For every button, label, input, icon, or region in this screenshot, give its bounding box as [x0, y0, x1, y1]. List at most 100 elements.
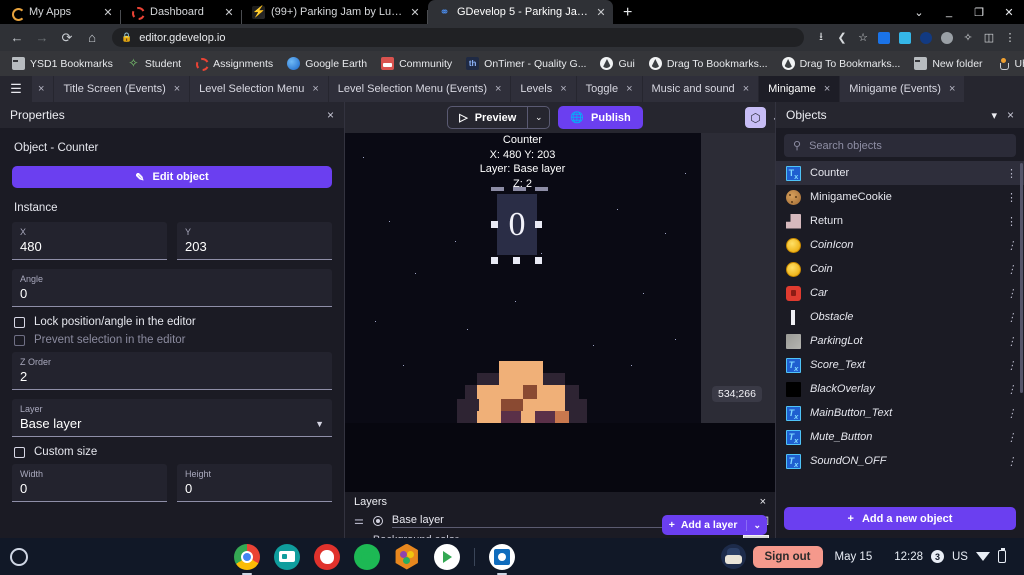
- install-icon[interactable]: ⭳: [813, 30, 829, 46]
- home-icon[interactable]: ⌂: [81, 27, 103, 49]
- kebab-menu-icon[interactable]: ⋮: [1006, 431, 1018, 444]
- date-display[interactable]: May 15: [823, 551, 885, 563]
- play-store-app-icon[interactable]: [433, 543, 460, 570]
- object-row-obstacle[interactable]: Obstacle ⋮: [776, 305, 1024, 329]
- width-field[interactable]: Width 0: [12, 464, 167, 502]
- resize-handle[interactable]: [535, 257, 542, 264]
- object-row-coinicon[interactable]: CoinIcon ⋮: [776, 233, 1024, 257]
- close-icon[interactable]: ×: [327, 108, 334, 122]
- edit-object-button[interactable]: ✎ Edit object: [12, 166, 332, 188]
- object-row-car[interactable]: Car ⋮: [776, 281, 1024, 305]
- bookmark-ysd1[interactable]: YSD1 Bookmarks: [6, 55, 119, 72]
- custom-size-checkbox[interactable]: Custom size: [14, 446, 332, 458]
- puzzle-icon[interactable]: ✧: [960, 30, 976, 46]
- minigame-cookie-instance[interactable]: [457, 361, 587, 423]
- object-row-return[interactable]: Return ⋮: [776, 209, 1024, 233]
- forward-icon[interactable]: →: [31, 27, 53, 49]
- bookmark-assignments[interactable]: Assignments: [189, 55, 279, 72]
- kebab-menu-icon[interactable]: ⋮: [1006, 311, 1018, 324]
- object-row-score-text[interactable]: Tx Score_Text ⋮: [776, 353, 1024, 377]
- new-tab-button[interactable]: +: [613, 4, 642, 24]
- objects-list[interactable]: Tx Counter ⋮ MinigameCookie ⋮ Return ⋮ C…: [776, 161, 1024, 483]
- browser-tab-my-apps[interactable]: My Apps ✕: [0, 0, 120, 24]
- editor-tab-music-and-sound[interactable]: Music and sound ×: [642, 76, 760, 102]
- object-row-parkinglot[interactable]: ParkingLot ⋮: [776, 329, 1024, 353]
- close-icon[interactable]: ✕: [409, 6, 421, 19]
- close-icon[interactable]: ×: [743, 83, 749, 95]
- resize-handle[interactable]: [491, 257, 498, 264]
- height-field[interactable]: Height 0: [177, 464, 332, 502]
- close-icon[interactable]: ×: [1007, 108, 1014, 122]
- sign-out-button[interactable]: Sign out: [752, 545, 823, 568]
- editor-tab-level-selection-menu[interactable]: Level Selection Menu ×: [190, 76, 329, 102]
- outlook-app-icon[interactable]: [488, 543, 515, 575]
- drag-handle-icon[interactable]: ⚌: [354, 516, 364, 527]
- kebab-menu-icon[interactable]: ⋮: [1006, 191, 1018, 204]
- close-icon[interactable]: ×: [824, 83, 830, 95]
- bookmark-community[interactable]: Community: [375, 55, 458, 72]
- resize-handle[interactable]: [491, 187, 504, 191]
- bookmark-uh-oh[interactable]: Uh oh!: [991, 55, 1024, 72]
- art-app-icon[interactable]: [313, 543, 340, 570]
- extension-blue-icon[interactable]: [876, 30, 892, 46]
- avatar[interactable]: [720, 544, 746, 569]
- object-row-mute-button[interactable]: Tx Mute_Button ⋮: [776, 425, 1024, 449]
- chrome-app-icon[interactable]: [233, 543, 260, 575]
- launcher-circle-icon[interactable]: [10, 547, 28, 566]
- bookmark-drag-1[interactable]: Drag To Bookmarks...: [643, 55, 774, 72]
- browser-tab-gdevelop[interactable]: ⚭ GDevelop 5 - Parking Jam - GDe ✕: [428, 0, 613, 24]
- object-row-mainbutton-text[interactable]: Tx MainButton_Text ⋮: [776, 401, 1024, 425]
- filter-icon[interactable]: ▾: [991, 109, 997, 122]
- close-icon[interactable]: ×: [495, 83, 501, 95]
- editor-tab-minigame-events[interactable]: Minigame (Events) ×: [840, 76, 966, 102]
- bookmark-star-icon[interactable]: ☆: [855, 30, 871, 46]
- object-row-coin[interactable]: Coin ⋮: [776, 257, 1024, 281]
- add-new-object-button[interactable]: + Add a new object: [784, 507, 1016, 530]
- resize-handle[interactable]: [535, 221, 542, 228]
- close-icon[interactable]: ×: [949, 83, 955, 95]
- publish-button[interactable]: 🌐 Publish: [558, 106, 643, 129]
- extension-navy-icon[interactable]: [918, 30, 934, 46]
- search-input[interactable]: ⚲ Search objects: [784, 134, 1016, 157]
- share-icon[interactable]: ❮: [834, 30, 850, 46]
- bookmark-gui[interactable]: Gui: [594, 55, 640, 72]
- bookmark-drag-2[interactable]: Drag To Bookmarks...: [776, 55, 907, 72]
- kebab-menu-icon[interactable]: ⋮: [1006, 287, 1018, 300]
- kebab-menu-icon[interactable]: ⋮: [1006, 167, 1018, 180]
- resize-handle[interactable]: [491, 221, 498, 228]
- preview-button[interactable]: ▷ Preview: [447, 106, 529, 129]
- object-row-blackoverlay[interactable]: BlackOverlay ⋮: [776, 377, 1024, 401]
- kebab-menu-icon[interactable]: ⋮: [1006, 263, 1018, 276]
- kebab-menu-icon[interactable]: ⋮: [1006, 455, 1018, 468]
- editor-tab-title-screen-events[interactable]: Title Screen (Events) ×: [54, 76, 191, 102]
- close-icon[interactable]: ×: [174, 83, 180, 95]
- close-icon[interactable]: ×: [38, 83, 44, 95]
- layer-select[interactable]: Layer Base layer ▼: [12, 399, 332, 437]
- editor-tab-home[interactable]: ×: [32, 76, 55, 102]
- close-icon[interactable]: ✕: [102, 6, 114, 19]
- bookmark-student[interactable]: ✧ Student: [121, 55, 187, 72]
- preview-options-button[interactable]: ⌄: [528, 106, 551, 129]
- slides-app-icon[interactable]: [395, 543, 418, 570]
- close-icon[interactable]: ✕: [223, 6, 235, 19]
- editor-tab-minigame[interactable]: Minigame ×: [759, 76, 841, 102]
- reload-icon[interactable]: ⟳: [56, 27, 78, 49]
- back-icon[interactable]: ←: [6, 27, 28, 49]
- chevron-down-icon[interactable]: ⌄: [746, 519, 767, 531]
- close-icon[interactable]: ×: [760, 496, 766, 508]
- close-icon[interactable]: ×: [626, 83, 632, 95]
- object-row-soundon-off[interactable]: Tx SoundON_OFF ⋮: [776, 449, 1024, 473]
- bookmark-google-earth[interactable]: Google Earth: [281, 55, 373, 72]
- browser-tab-dashboard[interactable]: Dashboard ✕: [121, 0, 241, 24]
- resize-handle[interactable]: [535, 187, 548, 191]
- resize-handle[interactable]: [513, 187, 526, 191]
- z-order-field[interactable]: Z Order 2: [12, 352, 332, 390]
- side-panel-icon[interactable]: ◫: [981, 30, 997, 46]
- editor-tab-levels[interactable]: Levels ×: [511, 76, 577, 102]
- close-icon[interactable]: ×: [312, 83, 318, 95]
- bookmark-new-folder[interactable]: New folder: [908, 55, 988, 72]
- scrollbar[interactable]: [1020, 163, 1023, 393]
- classroom-app-icon[interactable]: [273, 543, 300, 570]
- object-row-minigamecookie[interactable]: MinigameCookie ⋮: [776, 185, 1024, 209]
- minimize-icon[interactable]: _: [934, 6, 964, 18]
